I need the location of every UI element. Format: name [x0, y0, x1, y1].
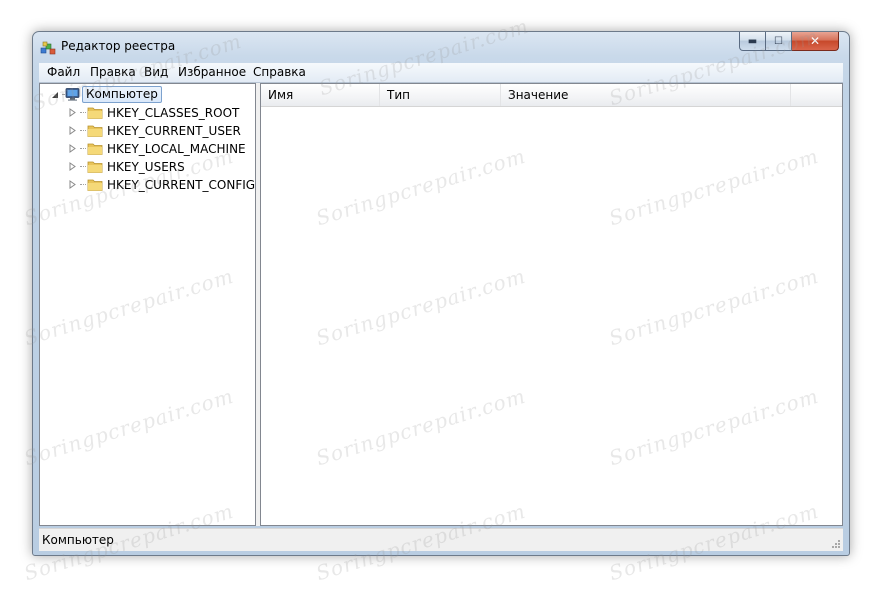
registry-tree[interactable]: Компьютер HKEY_CLASSES_ROOT HKEY_CURRENT… [39, 83, 256, 526]
computer-icon [65, 88, 80, 101]
collapsed-triangle-icon[interactable] [68, 108, 77, 117]
menu-help[interactable]: Справка [253, 65, 306, 79]
menu-favorites[interactable]: Избранное [178, 65, 246, 79]
folder-icon [87, 143, 103, 155]
tree-item-label[interactable]: HKEY_USERS [107, 160, 185, 174]
folder-icon [87, 107, 103, 119]
tree-item[interactable]: HKEY_CURRENT_USER [68, 122, 241, 139]
column-value[interactable]: Значение [501, 84, 791, 106]
registry-editor-icon [40, 41, 56, 55]
values-list[interactable]: Имя Тип Значение [260, 83, 843, 526]
caption-buttons: ▬ ☐ ✕ [739, 32, 839, 52]
status-bar: Компьютер [39, 528, 843, 551]
tree-item-label[interactable]: HKEY_CURRENT_CONFIG [107, 178, 255, 192]
collapsed-triangle-icon[interactable] [68, 144, 77, 153]
tree-item[interactable]: HKEY_CLASSES_ROOT [68, 104, 239, 121]
tree-root-row[interactable]: Компьютер [50, 86, 162, 103]
folder-icon [87, 125, 103, 137]
tree-connector [80, 148, 86, 149]
collapsed-triangle-icon[interactable] [68, 162, 77, 171]
title-bar[interactable]: Редактор реестра ▬ ☐ ✕ [33, 32, 849, 62]
maximize-button[interactable]: ☐ [766, 32, 792, 51]
tree-connector [62, 94, 64, 95]
tree-connector [80, 166, 86, 167]
tree-item-label[interactable]: HKEY_CURRENT_USER [107, 124, 241, 138]
tree-item[interactable]: HKEY_CURRENT_CONFIG [68, 176, 255, 193]
tree-item-label[interactable]: HKEY_CLASSES_ROOT [107, 106, 239, 120]
folder-icon [87, 179, 103, 191]
resize-grip-icon[interactable] [831, 539, 841, 549]
window-title: Редактор реестра [61, 39, 176, 53]
menu-file[interactable]: Файл [47, 65, 80, 79]
tree-item-label[interactable]: HKEY_LOCAL_MACHINE [107, 142, 246, 156]
menu-view[interactable]: Вид [144, 65, 168, 79]
collapsed-triangle-icon[interactable] [68, 126, 77, 135]
collapsed-triangle-icon[interactable] [68, 180, 77, 189]
tree-connector [80, 184, 86, 185]
tree-connector [80, 130, 86, 131]
column-header: Имя Тип Значение [261, 84, 842, 107]
registry-editor-window: Редактор реестра ▬ ☐ ✕ Файл Правка Вид И… [32, 31, 850, 556]
tree-item[interactable]: HKEY_LOCAL_MACHINE [68, 140, 246, 157]
column-name[interactable]: Имя [261, 84, 380, 106]
tree-root-label[interactable]: Компьютер [82, 86, 162, 103]
expanded-triangle-icon[interactable] [50, 90, 59, 99]
menu-edit[interactable]: Правка [90, 65, 136, 79]
menu-bar: Файл Правка Вид Избранное Справка [39, 63, 843, 83]
client-area: Компьютер HKEY_CLASSES_ROOT HKEY_CURRENT… [39, 83, 843, 526]
column-type[interactable]: Тип [380, 84, 501, 106]
tree-connector [80, 112, 86, 113]
status-path: Компьютер [42, 533, 114, 547]
close-button[interactable]: ✕ [792, 32, 839, 51]
tree-item[interactable]: HKEY_USERS [68, 158, 185, 175]
folder-icon [87, 161, 103, 173]
minimize-button[interactable]: ▬ [739, 32, 766, 51]
